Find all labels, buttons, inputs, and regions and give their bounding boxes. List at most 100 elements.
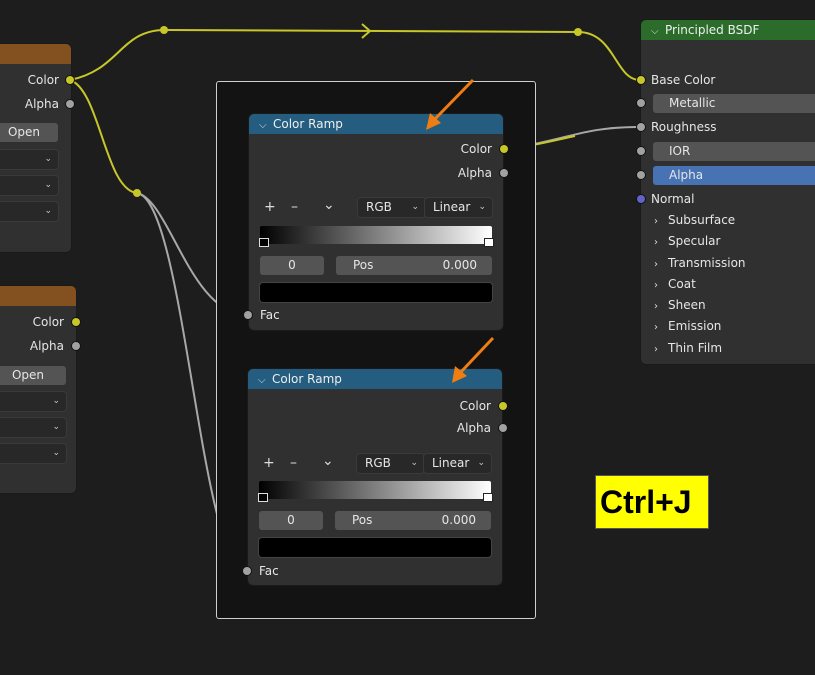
socket-ramp2-alpha-out[interactable] bbox=[499, 424, 507, 432]
input-roughness-label: Roughness bbox=[651, 120, 717, 134]
output-color-label: Color bbox=[460, 142, 492, 156]
projection-dropdown[interactable]: ⌄ bbox=[0, 176, 58, 195]
interpolation-dropdown[interactable]: Linear ⌄ bbox=[424, 454, 491, 473]
metallic-field[interactable]: Metallic bbox=[653, 94, 815, 113]
ior-field[interactable]: IOR bbox=[653, 142, 815, 161]
socket-color-out-1[interactable] bbox=[66, 76, 74, 84]
chevron-down-icon: ⌄ bbox=[477, 458, 485, 468]
active-stop-index[interactable]: 0 bbox=[260, 256, 324, 275]
chevron-down-icon: ⌄ bbox=[52, 396, 60, 406]
socket-ramp1-alpha-out[interactable] bbox=[500, 169, 508, 177]
socket-ramp1-fac-in[interactable] bbox=[244, 311, 252, 319]
panel-transmission[interactable]: › Transmission bbox=[654, 256, 746, 270]
remove-stop-icon[interactable]: – bbox=[290, 456, 297, 470]
remove-stop-icon[interactable]: – bbox=[291, 200, 298, 214]
output-color-label: Color bbox=[459, 399, 491, 413]
socket-base-color-in[interactable] bbox=[637, 76, 645, 84]
socket-ramp1-color-out[interactable] bbox=[500, 145, 508, 153]
panel-coat[interactable]: › Coat bbox=[654, 277, 696, 291]
input-fac-label: Fac bbox=[259, 564, 279, 578]
stop-color-swatch[interactable] bbox=[259, 538, 491, 557]
output-color-label: Color bbox=[32, 315, 64, 329]
node-header[interactable] bbox=[0, 286, 76, 306]
color-stop-black[interactable] bbox=[258, 493, 268, 502]
add-stop-icon[interactable]: + bbox=[263, 456, 275, 470]
output-color-label: Color bbox=[27, 73, 59, 87]
node-header[interactable]: ⌵ Color Ramp bbox=[248, 369, 502, 389]
stop-position-field[interactable]: Pos 0.000 bbox=[336, 256, 492, 275]
output-alpha-label: Alpha bbox=[29, 339, 64, 353]
socket-ramp2-color-out[interactable] bbox=[499, 402, 507, 410]
color-mode-value: RGB bbox=[366, 200, 392, 214]
color-ramp-node-1[interactable]: ⌵ Color Ramp Color Alpha + – ⌄ RGB ⌄ Linea… bbox=[249, 114, 503, 330]
principled-bsdf-node[interactable]: ⌵ Principled BSDF Base Color Metallic Rou… bbox=[641, 20, 815, 364]
color-mode-dropdown[interactable]: RGB ⌄ bbox=[357, 454, 424, 473]
chevron-down-icon: ⌄ bbox=[44, 154, 52, 164]
panel-emission[interactable]: › Emission bbox=[654, 319, 721, 333]
node-header[interactable]: ⌵ Color Ramp bbox=[249, 114, 503, 134]
alpha-field[interactable]: Alpha bbox=[653, 166, 815, 185]
projection-dropdown[interactable]: ⌄ bbox=[0, 418, 66, 437]
output-alpha-label: Alpha bbox=[457, 166, 492, 180]
socket-ramp2-fac-in[interactable] bbox=[243, 567, 251, 575]
extension-dropdown[interactable]: ⌄ bbox=[0, 444, 66, 463]
image-texture-node-1[interactable]: Color Alpha Open ⌄ ⌄ ⌄ bbox=[0, 44, 71, 252]
socket-roughness-in[interactable] bbox=[637, 123, 645, 131]
active-stop-index[interactable]: 0 bbox=[259, 511, 323, 530]
panel-thin-film[interactable]: › Thin Film bbox=[654, 341, 722, 355]
chevron-down-icon: ⌄ bbox=[44, 180, 52, 190]
panel-sheen[interactable]: › Sheen bbox=[654, 298, 706, 312]
panel-specular[interactable]: › Specular bbox=[654, 234, 720, 248]
open-image-button[interactable]: Open bbox=[0, 366, 66, 385]
color-ramp-node-2[interactable]: ⌵ Color Ramp Color Alpha + – ⌄ RGB ⌄ Linea… bbox=[248, 369, 502, 585]
socket-alpha-out-1[interactable] bbox=[66, 100, 74, 108]
color-stop-black[interactable] bbox=[259, 238, 269, 247]
open-image-button[interactable]: Open bbox=[0, 123, 58, 142]
interpolation-value: Linear bbox=[433, 200, 471, 214]
chevron-right-icon: › bbox=[654, 280, 658, 291]
reroute-node-top-right bbox=[574, 28, 582, 36]
reroute-node-left bbox=[133, 189, 141, 197]
pos-label: Pos bbox=[353, 258, 374, 272]
color-mode-dropdown[interactable]: RGB ⌄ bbox=[358, 198, 425, 217]
color-ramp-gradient[interactable] bbox=[259, 481, 491, 499]
socket-ior-in[interactable] bbox=[637, 147, 645, 155]
image-texture-node-2[interactable]: Color Alpha Open ⌄ ⌄ ⌄ bbox=[0, 286, 76, 493]
pos-label: Pos bbox=[352, 513, 373, 527]
interpolation-dropdown[interactable]: Linear ⌄ bbox=[425, 198, 492, 217]
socket-alpha-out-2[interactable] bbox=[72, 342, 80, 350]
stop-position-field[interactable]: Pos 0.000 bbox=[335, 511, 491, 530]
chevron-down-icon: ⌄ bbox=[52, 448, 60, 458]
node-title: Color Ramp bbox=[273, 117, 343, 131]
chevron-down-icon: ⌄ bbox=[52, 422, 60, 432]
interpolation-dropdown[interactable]: ⌄ bbox=[0, 150, 58, 169]
extension-dropdown[interactable]: ⌄ bbox=[0, 202, 58, 221]
color-ramp-gradient[interactable] bbox=[260, 226, 492, 244]
chevron-down-icon[interactable]: ⌵ bbox=[651, 22, 665, 42]
socket-alpha-in[interactable] bbox=[637, 171, 645, 179]
socket-normal-in[interactable] bbox=[637, 195, 645, 203]
add-stop-icon[interactable]: + bbox=[264, 200, 276, 214]
ramp-menu-icon[interactable]: ⌄ bbox=[322, 454, 334, 468]
chevron-right-icon: › bbox=[654, 216, 658, 227]
pos-value: 0.000 bbox=[441, 513, 476, 527]
color-mode-value: RGB bbox=[365, 456, 391, 470]
chevron-down-icon: ⌄ bbox=[44, 206, 52, 216]
ramp-menu-icon[interactable]: ⌄ bbox=[323, 198, 335, 212]
chevron-down-icon[interactable]: ⌵ bbox=[258, 371, 272, 391]
chevron-down-icon: ⌄ bbox=[411, 202, 419, 212]
node-header[interactable] bbox=[0, 44, 71, 64]
stop-color-swatch[interactable] bbox=[260, 283, 492, 302]
shortcut-badge: Ctrl+J bbox=[595, 475, 709, 529]
chevron-down-icon[interactable]: ⌵ bbox=[259, 116, 273, 136]
color-stop-white[interactable] bbox=[483, 493, 493, 502]
chevron-down-icon: ⌄ bbox=[478, 202, 486, 212]
socket-color-out-2[interactable] bbox=[72, 318, 80, 326]
pos-value: 0.000 bbox=[442, 258, 477, 272]
interpolation-dropdown[interactable]: ⌄ bbox=[0, 392, 66, 411]
node-title: Color Ramp bbox=[272, 372, 342, 386]
socket-metallic-in[interactable] bbox=[637, 99, 645, 107]
panel-subsurface[interactable]: › Subsurface bbox=[654, 213, 735, 227]
color-stop-white[interactable] bbox=[484, 238, 494, 247]
node-header[interactable]: ⌵ Principled BSDF bbox=[641, 20, 815, 40]
